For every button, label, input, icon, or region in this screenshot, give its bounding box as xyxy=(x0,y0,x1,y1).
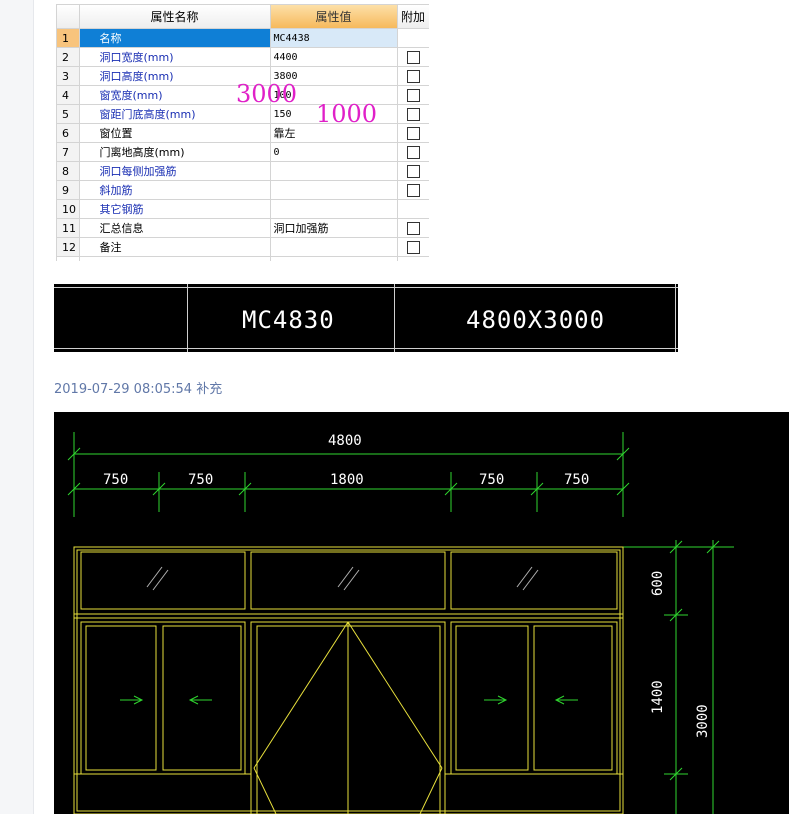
table-row[interactable]: 10 其它钢筋 xyxy=(57,199,429,219)
extra-checkbox-cell[interactable] xyxy=(397,142,429,162)
property-value-cell[interactable] xyxy=(270,199,398,219)
row-number: 11 xyxy=(57,218,80,238)
index-column-header xyxy=(57,5,80,29)
extra-checkbox[interactable] xyxy=(406,50,420,64)
property-name-cell[interactable]: 门离地高度(mm) xyxy=(79,142,271,162)
property-grid: 属性名称 属性值 附加 1 名称 MC4438 2 洞口宽度(mm) 4400 3 洞口高度(… xyxy=(56,4,429,261)
property-name-cell[interactable]: 窗位置 xyxy=(79,123,271,143)
property-name-cell[interactable]: 洞口宽度(mm) xyxy=(79,47,271,67)
table-row[interactable]: 2 洞口宽度(mm) 4400 xyxy=(57,47,429,67)
row-number: 8 xyxy=(57,161,80,181)
row-number: 2 xyxy=(57,47,80,67)
table-row[interactable]: 7 门离地高度(mm) 0 xyxy=(57,142,429,162)
row-number: 4 xyxy=(57,85,80,105)
property-value-cell[interactable]: 4400 xyxy=(270,47,398,67)
property-value-cell[interactable]: MC4438 xyxy=(270,28,398,48)
extra-checkbox-cell xyxy=(397,199,429,219)
row-number: 6 xyxy=(57,123,80,143)
table-row[interactable]: 9 斜加筋 xyxy=(57,180,429,200)
property-value-cell[interactable] xyxy=(270,180,398,200)
left-gutter xyxy=(0,0,34,814)
table-row[interactable]: 12 备注 xyxy=(57,237,429,257)
dim-height-600: 600 xyxy=(650,571,666,596)
dim-height-3000: 3000 xyxy=(695,704,711,738)
extra-checkbox[interactable] xyxy=(406,221,420,235)
glass-hatch-marks xyxy=(146,566,539,591)
cad-elevation-drawing: 4800 750 750 1800 750 750 600 1400 3000 xyxy=(54,412,789,814)
row-number: 12 xyxy=(57,237,80,257)
table-row-partial xyxy=(57,256,429,261)
table-row[interactable]: 8 洞口每侧加强筋 xyxy=(57,161,429,181)
property-name-cell[interactable]: 斜加筋 xyxy=(79,180,271,200)
table-row[interactable]: 11 汇总信息 洞口加强筋 xyxy=(57,218,429,238)
row-number: 9 xyxy=(57,180,80,200)
extra-checkbox[interactable] xyxy=(406,88,420,102)
extra-checkbox-cell[interactable] xyxy=(397,85,429,105)
row-number: 1 xyxy=(57,28,80,48)
property-value-cell[interactable]: 0 xyxy=(270,142,398,162)
extra-checkbox-cell[interactable] xyxy=(397,123,429,143)
property-grid-header: 属性名称 属性值 附加 xyxy=(57,5,429,29)
dim-segment-1: 750 xyxy=(103,472,128,488)
row-number: 10 xyxy=(57,199,80,219)
extra-checkbox-cell xyxy=(397,28,429,48)
annotation-3000: 3000 xyxy=(236,80,298,108)
extra-checkbox[interactable] xyxy=(406,145,420,159)
extra-checkbox[interactable] xyxy=(406,164,420,178)
extra-checkbox-cell[interactable] xyxy=(397,180,429,200)
extra-checkbox[interactable] xyxy=(406,183,420,197)
extra-checkbox[interactable] xyxy=(406,107,420,121)
extra-checkbox[interactable] xyxy=(406,240,420,254)
extra-checkbox-cell[interactable] xyxy=(397,218,429,238)
property-value-cell[interactable] xyxy=(270,161,398,181)
dimension-lines xyxy=(67,432,734,814)
value-column-header[interactable]: 属性值 xyxy=(270,5,398,29)
window-frame xyxy=(73,546,624,814)
dim-total-width: 4800 xyxy=(328,433,362,449)
extra-column-header[interactable]: 附加 xyxy=(397,5,429,29)
extra-checkbox-cell[interactable] xyxy=(397,104,429,124)
dim-segment-4: 750 xyxy=(479,472,504,488)
property-value-cell[interactable]: 洞口加强筋 xyxy=(270,218,398,238)
row-number: 3 xyxy=(57,66,80,86)
property-name-cell[interactable]: 洞口每侧加强筋 xyxy=(79,161,271,181)
extra-checkbox[interactable] xyxy=(406,69,420,83)
property-name-cell[interactable]: 其它钢筋 xyxy=(79,199,271,219)
property-name-cell[interactable]: 备注 xyxy=(79,237,271,257)
supplement-timestamp: 2019-07-29 08:05:54 补充 xyxy=(54,382,223,397)
property-name-cell[interactable]: 汇总信息 xyxy=(79,218,271,238)
dim-height-1400: 1400 xyxy=(650,680,666,714)
name-column-header[interactable]: 属性名称 xyxy=(79,5,271,29)
property-value-cell[interactable] xyxy=(270,237,398,257)
window-size: 4800X3000 xyxy=(466,306,606,334)
dim-segment-3: 1800 xyxy=(330,472,364,488)
row-number: 5 xyxy=(57,104,80,124)
extra-checkbox-cell[interactable] xyxy=(397,237,429,257)
row-number: 7 xyxy=(57,142,80,162)
window-code: MC4830 xyxy=(242,306,335,334)
table-row[interactable]: 1 名称 MC4438 xyxy=(57,28,429,48)
property-name-cell[interactable]: 名称 xyxy=(79,28,271,48)
dim-segment-5: 750 xyxy=(564,472,589,488)
extra-checkbox-cell[interactable] xyxy=(397,161,429,181)
cad-title-strip: MC4830 4800X3000 xyxy=(54,284,678,352)
extra-checkbox[interactable] xyxy=(406,126,420,140)
annotation-1000: 1000 xyxy=(316,100,378,128)
extra-checkbox-cell[interactable] xyxy=(397,47,429,67)
dim-segment-2: 750 xyxy=(188,472,213,488)
extra-checkbox-cell[interactable] xyxy=(397,66,429,86)
